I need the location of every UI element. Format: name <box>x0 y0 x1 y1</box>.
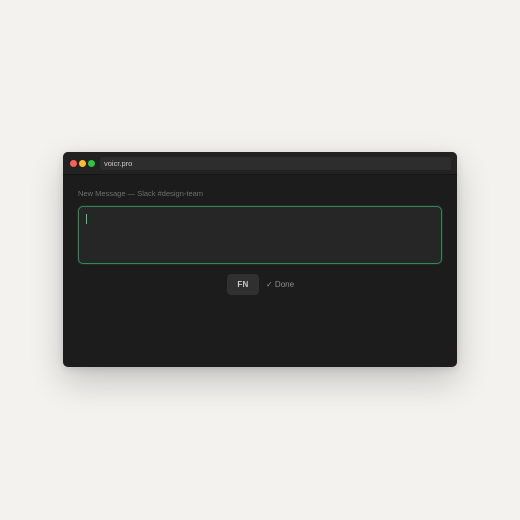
address-text: voicr.pro <box>104 159 133 168</box>
close-window-button[interactable] <box>70 159 77 167</box>
minimize-window-button[interactable] <box>79 159 86 167</box>
desktop-background: voicr.pro New Message — Slack #design-te… <box>0 0 520 520</box>
text-caret <box>86 214 88 224</box>
done-status: ✓ Done <box>266 280 295 289</box>
title-bar: voicr.pro <box>63 152 457 175</box>
message-context-label: New Message — Slack #design-team <box>78 189 204 198</box>
maximize-window-button[interactable] <box>88 159 95 167</box>
message-input[interactable] <box>78 206 442 264</box>
address-bar[interactable]: voicr.pro <box>100 157 451 170</box>
app-window: voicr.pro New Message — Slack #design-te… <box>63 152 457 367</box>
fn-key-button[interactable]: FN <box>227 274 259 295</box>
